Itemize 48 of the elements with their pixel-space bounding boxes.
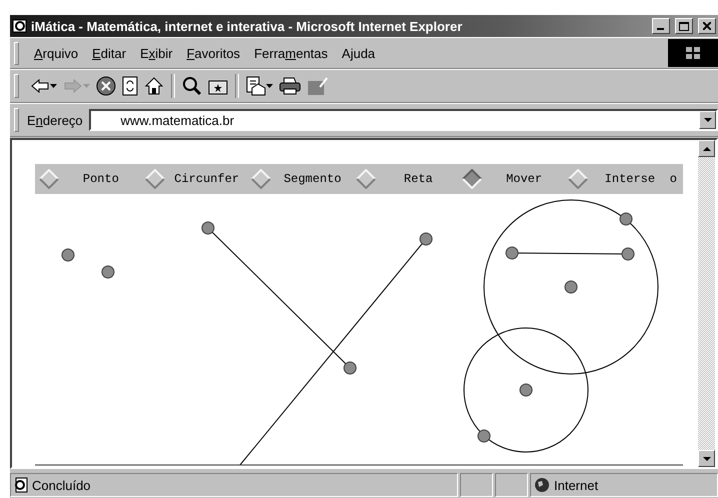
up-arrow-icon: [702, 146, 710, 150]
minimize-button[interactable]: [652, 18, 670, 34]
search-icon: [182, 76, 202, 96]
close-icon: [703, 22, 711, 30]
menu-item[interactable]: Exibir: [133, 46, 180, 60]
maximize-icon: [679, 22, 689, 30]
scrollbar[interactable]: [698, 140, 715, 467]
globe-icon: [534, 477, 550, 493]
forward-arrow-icon: [63, 78, 83, 94]
address-label: Endereço: [27, 112, 83, 128]
home-icon: [144, 76, 164, 96]
address-field[interactable]: www.matematica.br: [88, 109, 718, 131]
close-button[interactable]: [698, 18, 716, 34]
tool-button[interactable]: Mover: [458, 164, 564, 194]
stop-icon: [96, 76, 116, 96]
tool-button[interactable]: Segmento: [246, 164, 352, 194]
menu-item[interactable]: Arquivo: [27, 46, 86, 60]
back-arrow-icon: [30, 78, 50, 94]
dropdown-button[interactable]: [699, 111, 716, 129]
menu-item[interactable]: Editar: [85, 46, 134, 60]
tool-button[interactable]: Reta: [352, 164, 458, 194]
scroll-down-button[interactable]: [698, 450, 715, 467]
status-message: Concluído: [32, 478, 91, 492]
status-panel: [460, 473, 493, 497]
page-icon: [14, 477, 28, 493]
printer-icon: [279, 77, 301, 95]
maximize-button[interactable]: [675, 18, 693, 34]
down-arrow-icon: [702, 456, 710, 460]
caret-icon: [83, 84, 90, 88]
caret-icon: [704, 118, 712, 122]
tool-button[interactable]: Interse: [564, 164, 670, 194]
zone-label: Internet: [554, 478, 598, 492]
windows-logo-icon: [668, 39, 718, 67]
browser-icon: [12, 18, 28, 34]
refresh-icon: [122, 76, 138, 96]
tool-label: o: [670, 172, 677, 186]
caret-icon: [50, 84, 57, 88]
menu-item[interactable]: Ferramentas: [247, 46, 335, 60]
menu-item[interactable]: Ajuda: [334, 46, 382, 60]
window-title: iMática - Matemática, internet e interativa - Microsoft Internet Explorer: [31, 18, 464, 34]
caret-icon: [266, 84, 273, 88]
scroll-up-button[interactable]: [698, 140, 715, 157]
status-panel: [495, 473, 528, 497]
tool-button[interactable]: Ponto: [35, 164, 141, 194]
menu-item[interactable]: Favoritos: [180, 46, 248, 60]
edit-icon: [307, 76, 329, 96]
mail-icon: [246, 76, 266, 96]
tool-button[interactable]: Circunfer: [140, 164, 247, 194]
